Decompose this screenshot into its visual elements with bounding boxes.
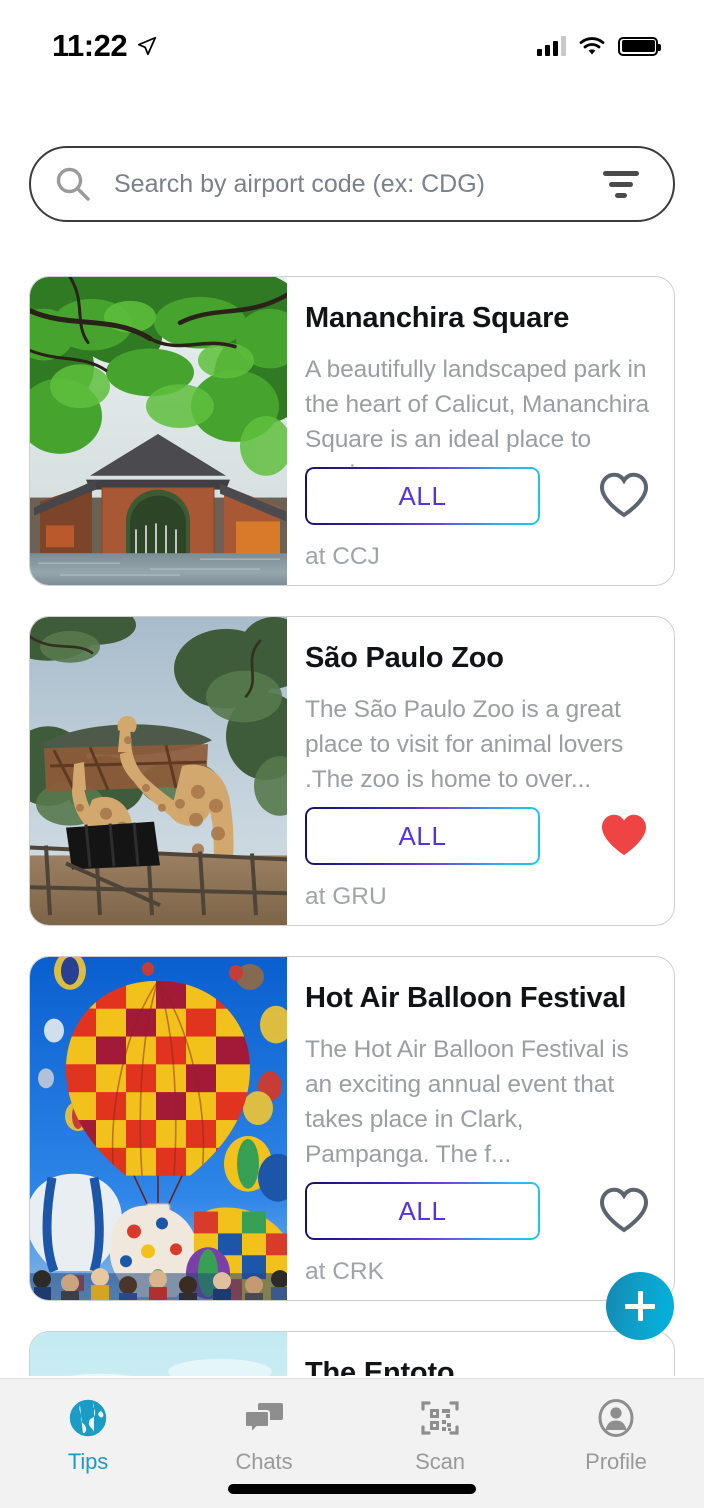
tab-tips[interactable]: Tips [0, 1397, 176, 1475]
list-item[interactable]: The Entoto [29, 1331, 675, 1376]
status-time: 11:22 [52, 28, 128, 63]
status-bar: 11:22 [0, 0, 704, 92]
cellular-signal-icon [537, 36, 566, 56]
card-body: Mananchira Square A beautifully landscap… [287, 277, 674, 585]
all-button[interactable]: ALL [305, 807, 540, 865]
favorite-heart-icon[interactable] [598, 811, 650, 859]
search-input[interactable] [114, 169, 601, 199]
card-airport-code: at GRU [305, 883, 387, 910]
all-button[interactable]: ALL [305, 467, 540, 525]
card-title: Hot Air Balloon Festival [305, 982, 627, 1014]
list-item[interactable]: Mananchira Square A beautifully landscap… [29, 276, 675, 586]
card-description: The São Paulo Zoo is a great place to vi… [305, 696, 624, 793]
card-body: The Entoto [287, 1332, 674, 1376]
tab-label: Tips [67, 1449, 109, 1474]
card-actions: ALL at CRK [305, 1182, 656, 1286]
status-bar-left: 11:22 [52, 28, 158, 64]
globe-icon [69, 1399, 107, 1437]
card-title: Mananchira Square [305, 302, 570, 334]
tab-chats[interactable]: Chats [176, 1397, 352, 1475]
favorite-heart-icon[interactable] [598, 1186, 650, 1234]
location-arrow-icon [137, 36, 157, 56]
all-button[interactable]: ALL [305, 1182, 540, 1240]
tab-label: Scan [415, 1449, 465, 1474]
battery-full-icon [618, 36, 661, 56]
search-icon [56, 167, 90, 201]
favorite-heart-icon[interactable] [598, 471, 650, 519]
card-airport-code: at CCJ [305, 543, 380, 570]
card-airport-code: at CRK [305, 1258, 384, 1285]
card-image-sao-paulo-zoo [30, 617, 287, 925]
search-bar[interactable] [29, 146, 675, 222]
card-title: São Paulo Zoo [305, 642, 504, 674]
tab-label: Profile [585, 1449, 647, 1474]
card-description: The Hot Air Balloon Festival is an excit… [305, 1036, 629, 1168]
person-icon [598, 1399, 634, 1437]
card-image-mananchira [30, 277, 287, 585]
wifi-icon [579, 37, 605, 55]
plus-icon [625, 1291, 655, 1321]
tab-label: Chats [235, 1449, 293, 1474]
bottom-tab-bar: Tips Chats Scan Profile [0, 1378, 704, 1508]
chat-bubbles-icon [244, 1403, 283, 1436]
card-body: Hot Air Balloon Festival The Hot Air Bal… [287, 957, 674, 1300]
card-image-hot-air-balloon [30, 957, 287, 1300]
card-image-the-entoto [30, 1332, 287, 1376]
qr-code-icon [421, 1401, 459, 1435]
card-actions: ALL at GRU [305, 807, 656, 911]
add-tip-fab[interactable] [606, 1272, 674, 1340]
card-body: São Paulo Zoo The São Paulo Zoo is a gre… [287, 617, 674, 925]
list-item[interactable]: Hot Air Balloon Festival The Hot Air Bal… [29, 956, 675, 1301]
home-indicator [228, 1484, 476, 1494]
tab-profile[interactable]: Profile [528, 1397, 704, 1475]
tips-card-list[interactable]: Mananchira Square A beautifully landscap… [0, 276, 704, 1376]
tab-scan[interactable]: Scan [352, 1397, 528, 1475]
app-screen: 11:22 Search by airport code (ex: CDG) M… [0, 0, 704, 1508]
card-actions: ALL at CCJ [305, 467, 656, 571]
card-title: The Entoto [305, 1357, 455, 1376]
list-item[interactable]: São Paulo Zoo The São Paulo Zoo is a gre… [29, 616, 675, 926]
status-bar-right [537, 36, 661, 56]
filter-icon[interactable] [601, 169, 641, 199]
